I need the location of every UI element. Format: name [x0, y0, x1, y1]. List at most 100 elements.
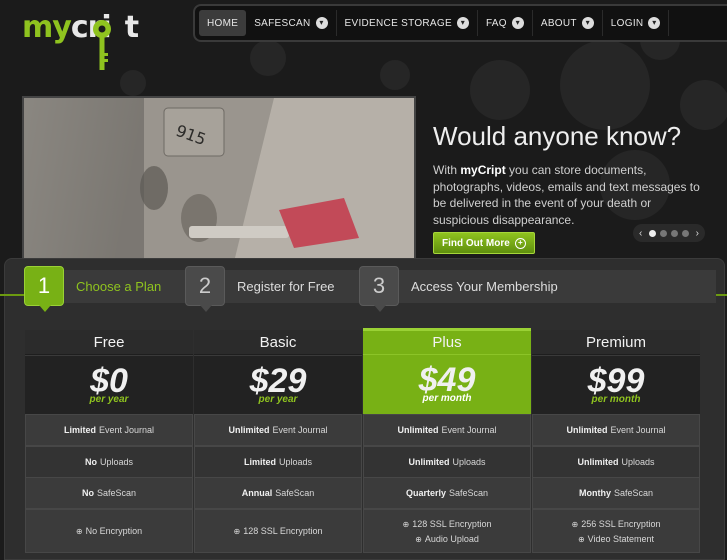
feature-qualifier: Annual	[241, 488, 273, 498]
plus-circle-icon: +	[514, 237, 526, 249]
feature-event-journal: Unlimited Event Journal	[194, 414, 362, 446]
feature-encryption: ⊕ No Encryption	[25, 509, 193, 553]
step-1[interactable]: 1 Choose a Plan	[24, 266, 162, 312]
feature-qualifier: Unlimited	[577, 457, 619, 467]
nav-item-about[interactable]: ABOUT ▾	[533, 10, 603, 36]
key-logo-icon	[93, 20, 111, 70]
feature-qualifier: No	[84, 457, 97, 467]
lock-icon: ⊕	[577, 534, 585, 544]
feature-qualifier: Unlimited	[397, 425, 439, 435]
slider-dot[interactable]	[660, 229, 667, 237]
plan-free[interactable]: Free $0 per year	[25, 330, 193, 416]
main-nav: HOME SAFESCAN ▾ EVIDENCE STORAGE ▾ FAQ ▾ ABOUT ▾…	[193, 4, 727, 42]
plan-price: $49 per month	[363, 354, 531, 415]
nav-item-home[interactable]: HOME	[199, 10, 247, 36]
price-period: per month	[591, 394, 641, 405]
feature-qualifier: Unlimited	[408, 457, 450, 467]
feature-text: SafeScan	[275, 488, 315, 498]
feature-qualifier: No	[81, 488, 94, 498]
slider-dot[interactable]	[682, 229, 689, 237]
step-number: 2	[185, 266, 225, 312]
chevron-down-icon: ▾	[315, 17, 328, 29]
feature-safescan: No SafeScan	[25, 477, 193, 509]
feature-qualifier: Limited	[63, 425, 96, 435]
feature-event-journal: Unlimited Event Journal	[363, 414, 531, 446]
step-label: Choose a Plan	[76, 278, 162, 294]
feature-text: Uploads	[621, 457, 655, 467]
feature-text: SafeScan	[449, 488, 489, 498]
plan-name: Basic	[194, 330, 362, 355]
chevron-down-icon: ▾	[648, 17, 661, 29]
feature-encryption: ⊕ 128 SSL Encryption ⊕ Audio Upload	[363, 509, 531, 553]
logo-my: my	[22, 10, 72, 45]
encryption-text: No Encryption	[85, 526, 143, 536]
slider-controls: ‹ ›	[633, 224, 705, 242]
nav-item-label: LOGIN	[610, 17, 644, 29]
slider-prev-arrow-icon[interactable]: ‹	[639, 228, 642, 239]
step-3[interactable]: 3 Access Your Membership	[359, 266, 558, 312]
encryption-line: ⊕ 256 SSL Encryption	[572, 519, 661, 529]
nav-item-label: FAQ	[485, 17, 507, 29]
lock-icon: ⊕	[571, 519, 579, 529]
encryption-line: ⊕ 128 SSL Encryption	[403, 519, 492, 529]
feature-encryption: ⊕ 128 SSL Encryption	[194, 509, 362, 553]
feature-text: Event Journal	[272, 425, 328, 435]
nav-item-faq[interactable]: FAQ ▾	[478, 10, 533, 36]
nav-item-login[interactable]: LOGIN ▾	[603, 10, 670, 36]
encryption-line: ⊕ Audio Upload	[415, 534, 479, 544]
nav-item-evidence-storage[interactable]: EVIDENCE STORAGE ▾	[337, 10, 478, 36]
site-logo[interactable]: mycri t	[22, 10, 139, 70]
encryption-text: 128 SSL Encryption	[412, 518, 492, 529]
step-label: Register for Free	[237, 278, 335, 294]
hero-description: With myCript you can store documents, ph…	[433, 163, 700, 227]
price-period: per year	[89, 394, 129, 405]
find-out-more-button[interactable]: Find Out More +	[433, 232, 535, 254]
chevron-down-icon: ▾	[456, 17, 469, 29]
hero-key-photo: 915	[24, 98, 414, 262]
price-period: per month	[422, 393, 472, 404]
find-out-more-label: Find Out More	[442, 237, 510, 249]
plan-name: Premium	[532, 330, 700, 355]
step-number: 3	[359, 266, 399, 312]
feature-qualifier: Unlimited	[566, 425, 608, 435]
logo-t: t	[124, 10, 139, 45]
step-number: 1	[24, 266, 64, 312]
feature-event-journal: Limited Event Journal	[25, 414, 193, 446]
nav-item-label: HOME	[207, 17, 239, 29]
hero-image: 915	[22, 96, 416, 264]
encryption-line: ⊕ 128 SSL Encryption	[234, 526, 323, 536]
step-2[interactable]: 2 Register for Free	[185, 266, 335, 312]
feature-qualifier: Quarterly	[405, 488, 446, 498]
encryption-line: ⊕ Video Statement	[578, 534, 654, 544]
feature-safescan: Quarterly SafeScan	[363, 477, 531, 509]
encryption-line: ⊕ No Encryption	[76, 526, 142, 536]
nav-item-safescan[interactable]: SAFESCAN ▾	[246, 10, 337, 36]
feature-event-journal: Unlimited Event Journal	[532, 414, 700, 446]
plan-name: Plus	[363, 330, 531, 354]
slider-dot[interactable]	[649, 229, 656, 237]
feature-text: Event Journal	[98, 425, 155, 435]
feature-text: SafeScan	[96, 488, 137, 498]
encryption-text: 128 SSL Encryption	[243, 526, 323, 536]
hero-title: Would anyone know?	[433, 121, 682, 152]
price-period: per year	[258, 394, 298, 405]
feature-safescan: Annual SafeScan	[194, 477, 362, 509]
feature-text: Uploads	[452, 457, 486, 467]
feature-text: SafeScan	[613, 488, 654, 498]
featured-topbar	[363, 328, 531, 331]
plan-basic[interactable]: Basic $29 per year	[194, 330, 362, 416]
encryption-text: Audio Upload	[424, 533, 479, 544]
chevron-down-icon: ▾	[511, 17, 524, 29]
plan-price: $29 per year	[194, 355, 362, 416]
nav-item-label: SAFESCAN	[254, 17, 311, 29]
plan-plus[interactable]: Plus $49 per month	[363, 328, 531, 415]
feature-uploads: Limited Uploads	[194, 446, 362, 478]
plan-premium[interactable]: Premium $99 per month	[532, 330, 700, 416]
slider-next-arrow-icon[interactable]: ›	[696, 228, 699, 239]
feature-text: Uploads	[278, 457, 313, 467]
plan-name: Free	[25, 330, 193, 355]
step-label: Access Your Membership	[411, 278, 558, 294]
slider-dot[interactable]	[671, 229, 678, 237]
feature-qualifier: Limited	[243, 457, 276, 467]
chevron-down-icon: ▾	[581, 17, 594, 29]
